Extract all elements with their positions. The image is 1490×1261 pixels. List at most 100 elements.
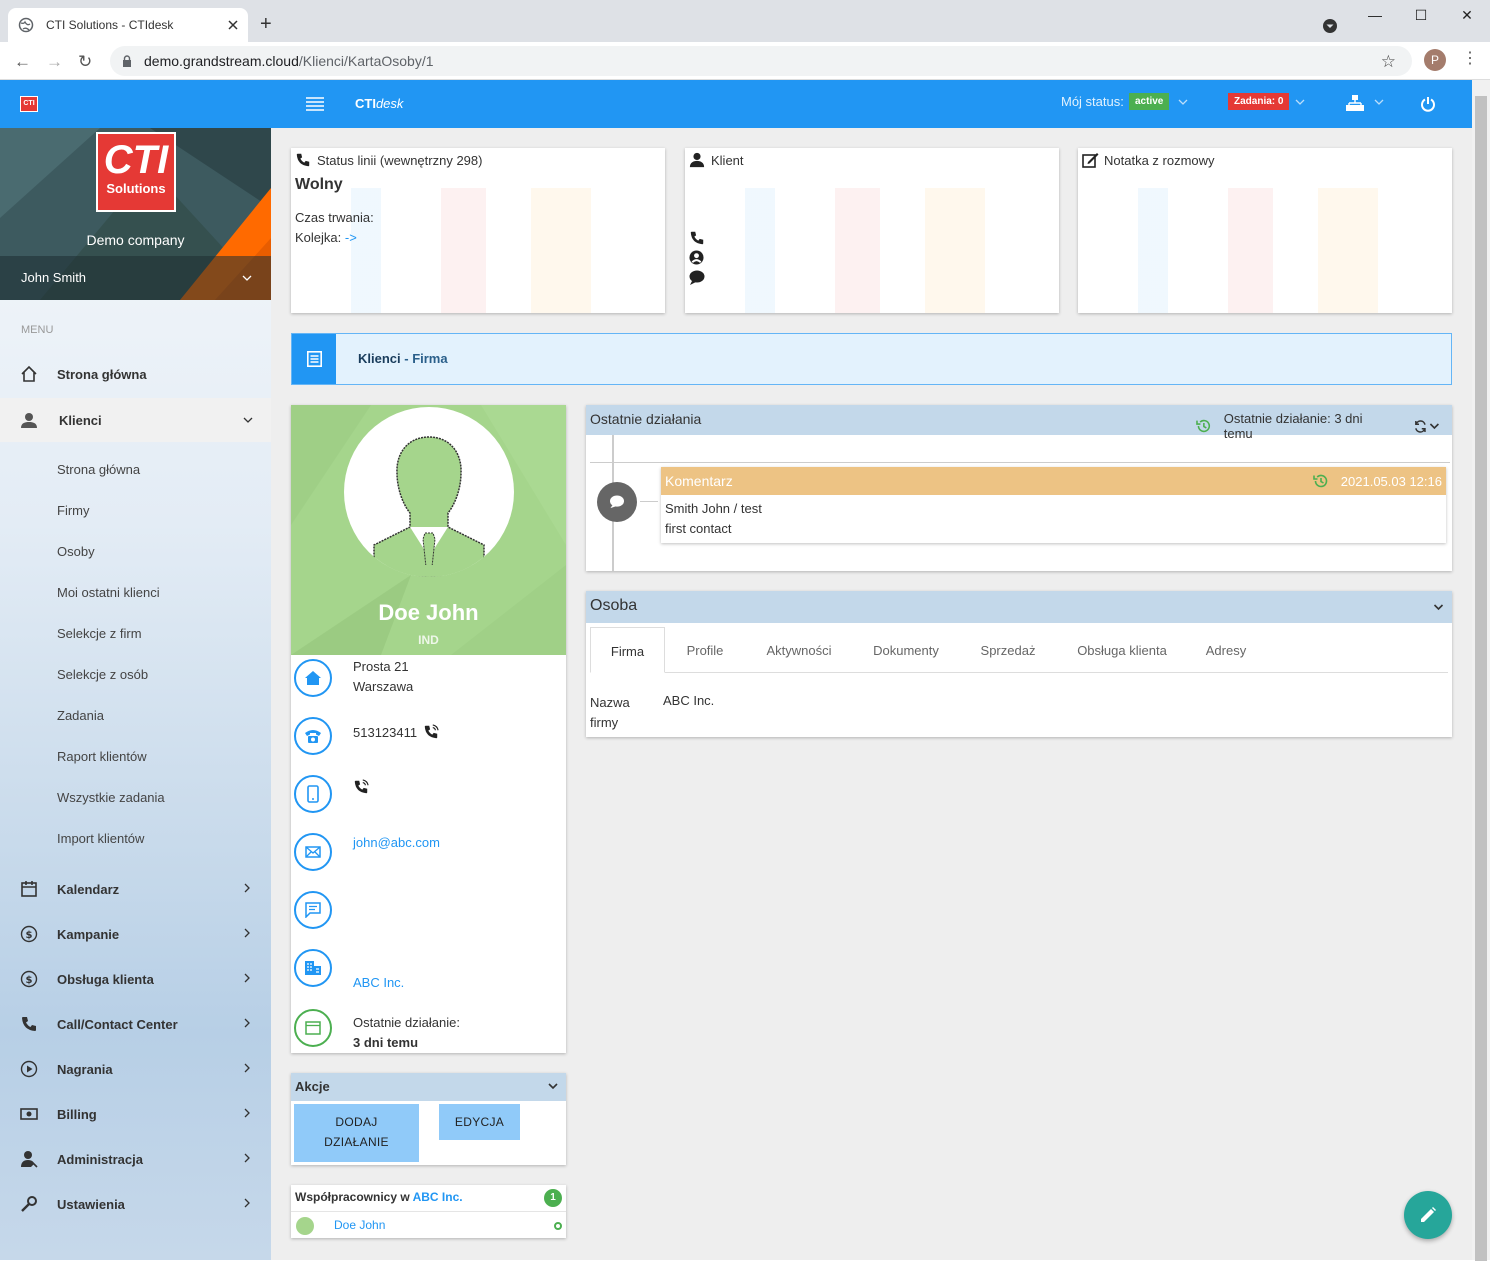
back-icon[interactable]: ←	[14, 52, 31, 72]
tasks-badge[interactable]: Zadania: 0	[1228, 93, 1290, 110]
status-badge[interactable]: active	[1129, 93, 1170, 110]
money-icon	[20, 1108, 38, 1120]
tab-sales[interactable]: Sprzedaż	[970, 627, 1046, 673]
actions-header[interactable]: Akcje	[291, 1073, 566, 1101]
building-icon[interactable]	[294, 949, 332, 987]
tab-profile[interactable]: Profile	[672, 627, 738, 673]
close-icon[interactable]	[228, 20, 238, 30]
chevron-down-icon[interactable]	[1429, 422, 1440, 430]
sidebar-item-recordings[interactable]: Nagrania	[0, 1049, 271, 1089]
calendar-icon	[294, 1009, 332, 1047]
chevron-down-icon[interactable]	[1295, 98, 1305, 106]
last-action-text: Ostatnie działanie: 3 dni temu	[353, 1013, 460, 1053]
sidebar-item-call-center[interactable]: Call/Contact Center	[0, 1004, 271, 1044]
chevron-down-icon[interactable]	[1374, 98, 1384, 106]
refresh-icon[interactable]	[1414, 419, 1427, 433]
sidebar-subitem[interactable]: Raport klientów	[57, 749, 147, 764]
tab-addresses[interactable]: Adresy	[1196, 627, 1256, 673]
person-details-header[interactable]: Osoba	[586, 591, 1452, 623]
window-close-icon[interactable]: ✕	[1444, 0, 1490, 32]
breadcrumb-text: Klienci - Firma	[358, 351, 448, 366]
history-icon	[1196, 419, 1211, 433]
coworkers-company-link[interactable]: ABC Inc.	[413, 1190, 463, 1204]
chevron-down-icon[interactable]	[1178, 98, 1188, 106]
chevron-down-icon[interactable]	[1322, 18, 1338, 34]
scrollbar-thumb[interactable]	[1475, 96, 1487, 1261]
sidebar-subitem[interactable]: Zadania	[57, 708, 104, 723]
maximize-icon[interactable]: ☐	[1398, 0, 1444, 32]
sidebar-subitem[interactable]: Selekcje z firm	[57, 626, 142, 641]
queue-link[interactable]: ->	[345, 230, 357, 245]
minimize-icon[interactable]: —	[1352, 0, 1398, 32]
chevron-down-icon[interactable]	[242, 274, 252, 282]
forward-icon[interactable]: →	[46, 52, 63, 72]
company-link[interactable]: ABC Inc.	[353, 975, 404, 990]
sidebar-item-billing[interactable]: Billing	[0, 1094, 271, 1134]
power-icon[interactable]	[1420, 96, 1436, 112]
sidebar-item-label: Strona główna	[57, 366, 147, 382]
chevron-down-icon[interactable]	[548, 1082, 558, 1090]
tab-activities[interactable]: Aktywności	[754, 627, 844, 673]
new-tab-icon[interactable]: +	[260, 14, 272, 34]
hamburger-icon[interactable]	[306, 96, 324, 112]
browser-tab[interactable]: CTI Solutions - CTIdesk	[8, 8, 248, 42]
sidebar-subitem[interactable]: Osoby	[57, 544, 95, 559]
breadcrumb-root[interactable]: Klienci	[358, 351, 401, 366]
sidebar-item-clients[interactable]: Klienci	[0, 398, 271, 442]
coworkers-header: Współpracownicy w ABC Inc.	[295, 1190, 463, 1204]
client-title: Klient	[711, 152, 744, 168]
sidebar-subitem[interactable]: Moi ostatni klienci	[57, 585, 160, 600]
edit-fab-button[interactable]	[1404, 1191, 1452, 1239]
user-circle-icon[interactable]	[689, 250, 704, 265]
comment-icon[interactable]	[689, 270, 705, 285]
sidebar-subitem[interactable]: Strona główna	[57, 462, 140, 477]
sidebar-item-calendar[interactable]: Kalendarz	[0, 869, 271, 909]
mobile-icon[interactable]	[294, 775, 332, 813]
sidebar-item-customer-service[interactable]: $ Obsługa klienta	[0, 959, 271, 999]
mail-icon[interactable]	[294, 833, 332, 871]
sidebar-subitem[interactable]: Wszystkie zadania	[57, 790, 165, 805]
browser-profile-avatar[interactable]: P	[1424, 49, 1446, 71]
sitemap-icon[interactable]	[1346, 94, 1364, 112]
telephone-icon[interactable]	[294, 717, 332, 755]
sidebar-item-administration[interactable]: Administracja	[0, 1139, 271, 1179]
sidebar-item-label: Nagrania	[57, 1061, 113, 1077]
phone-number[interactable]: 513123411	[353, 725, 417, 740]
address-bar[interactable]: demo.grandstream.cloud/Klienci/KartaOsob…	[110, 46, 1412, 76]
bookmark-star-icon[interactable]: ☆	[1381, 52, 1396, 72]
sidebar-item-settings[interactable]: Ustawienia	[0, 1184, 271, 1224]
page-scrollbar[interactable]	[1472, 80, 1490, 1261]
edit-button[interactable]: EDYCJA	[439, 1104, 520, 1140]
reload-icon[interactable]: ↻	[78, 52, 92, 72]
timeline-entry[interactable]: Komentarz 2021.05.03 12:16 Smith John / …	[661, 467, 1446, 543]
tab-customer-service[interactable]: Obsługa klienta	[1062, 627, 1182, 673]
coworker-name-link[interactable]: Doe John	[334, 1218, 385, 1232]
sidebar-item-label: Administracja	[57, 1151, 143, 1167]
sidebar-item-campaigns[interactable]: $ Kampanie	[0, 914, 271, 954]
email-link[interactable]: john@abc.com	[353, 835, 440, 850]
user-menu[interactable]: John Smith	[0, 256, 271, 300]
browser-menu-icon[interactable]: ⋮	[1462, 50, 1478, 68]
sidebar-item-label: Call/Contact Center	[57, 1016, 178, 1032]
sidebar-item-home[interactable]: Strona główna	[0, 354, 271, 394]
company-name: Demo company	[86, 232, 185, 248]
phone-icon[interactable]	[689, 230, 705, 246]
calendar-icon	[21, 881, 37, 897]
main-content: Status linii (wewnętrzny 298) Wolny Czas…	[271, 128, 1472, 1260]
call-icon[interactable]	[353, 779, 369, 795]
tab-documents[interactable]: Dokumenty	[862, 627, 950, 673]
logo-big-text: CTI	[103, 138, 169, 182]
add-action-button[interactable]: DODAJ DZIAŁANIE	[294, 1104, 419, 1162]
tab-firma[interactable]: Firma	[590, 627, 665, 673]
person-profile-card: Doe John IND Prosta 21 Warszawa 513123411…	[291, 405, 566, 1053]
sidebar-subitem[interactable]: Selekcje z osób	[57, 667, 148, 682]
person-tabs: Firma Profile Aktywności Dokumenty Sprze…	[590, 627, 1448, 673]
chevron-down-icon[interactable]	[1433, 603, 1444, 611]
recent-actions-panel: Ostatnie działania Ostatnie działanie: 3…	[586, 405, 1452, 571]
message-icon[interactable]	[294, 891, 332, 929]
url-path: /Klienci/KartaOsoby/1	[298, 53, 434, 69]
sidebar-subitem[interactable]: Firmy	[57, 503, 90, 518]
sidebar-subitem[interactable]: Import klientów	[57, 831, 144, 846]
call-icon[interactable]	[423, 724, 439, 740]
breadcrumb-icon-box	[292, 334, 336, 384]
